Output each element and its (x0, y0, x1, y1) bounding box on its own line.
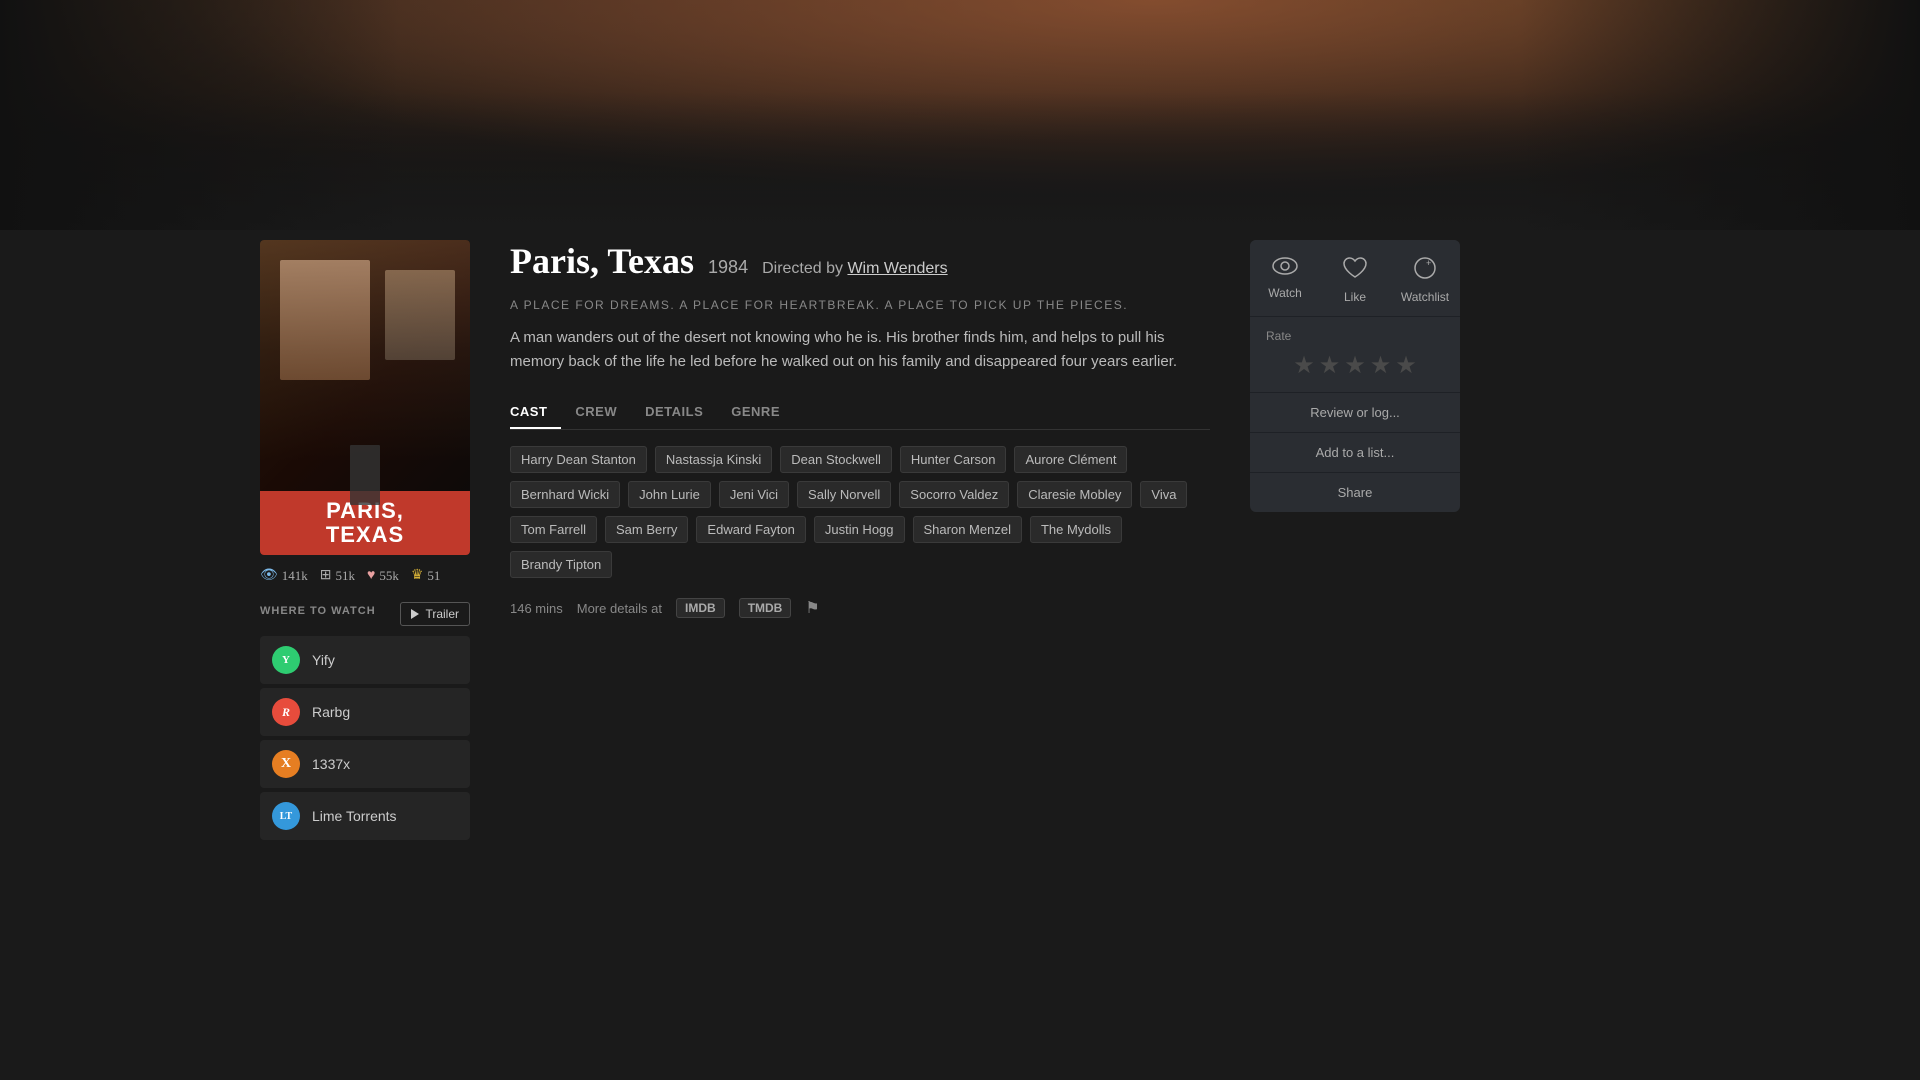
review-button[interactable]: Review or log... (1250, 393, 1460, 433)
list-count: ⊞ 51k (320, 567, 355, 584)
cast-tag[interactable]: Sharon Menzel (913, 516, 1022, 543)
fan-count: ♛ 51 (411, 567, 441, 584)
watchlist-icon: + (1412, 256, 1438, 284)
star-2[interactable]: ★ (1319, 351, 1341, 380)
movie-poster: PARIS, TEXAS (260, 240, 470, 555)
main-content: PARIS, TEXAS 👁 141k ⊞ 51k ♥ 55k ♛ 51 (0, 240, 1920, 1080)
rarbg-logo: R (272, 698, 300, 726)
svg-text:+: + (1426, 258, 1431, 268)
cast-tag[interactable]: Claresie Mobley (1017, 481, 1132, 508)
grid-icon: ⊞ (320, 567, 332, 584)
watch-count: 👁 141k (260, 567, 308, 584)
star-4[interactable]: ★ (1370, 351, 1392, 380)
cast-tag[interactable]: Bernhard Wicki (510, 481, 620, 508)
service-yify[interactable]: Y Yify (260, 636, 470, 684)
yify-name: Yify (312, 652, 335, 668)
cast-tag[interactable]: Aurore Clément (1014, 446, 1127, 473)
star-3[interactable]: ★ (1344, 351, 1366, 380)
cast-tag[interactable]: Sally Norvell (797, 481, 891, 508)
tagline: A PLACE FOR DREAMS. A PLACE FOR HEARTBRE… (510, 298, 1210, 312)
add-to-list-button[interactable]: Add to a list... (1250, 433, 1460, 473)
tmdb-badge[interactable]: TMDB (739, 598, 792, 618)
action-buttons-row: Watch Like + (1250, 240, 1460, 317)
cast-tag[interactable]: Nastassja Kinski (655, 446, 772, 473)
tab-crew[interactable]: CREW (575, 398, 631, 429)
cast-tag[interactable]: Dean Stockwell (780, 446, 892, 473)
heart-icon: ♥ (367, 568, 375, 584)
lime-name: Lime Torrents (312, 808, 397, 824)
tabs-row: CAST CREW DETAILS GENRE (510, 398, 1210, 430)
action-panel: Watch Like + (1250, 240, 1460, 512)
like-label: Like (1344, 290, 1366, 304)
cast-tag[interactable]: The Mydolls (1030, 516, 1122, 543)
where-label: WHERE TO WATCH (260, 605, 376, 617)
cast-tag[interactable]: Sam Berry (605, 516, 688, 543)
runtime: 146 mins (510, 601, 563, 616)
like-count: ♥ 55k (367, 568, 399, 584)
watch-icon (1272, 256, 1298, 280)
1337x-logo: X (272, 750, 300, 778)
cast-tag[interactable]: Socorro Valdez (899, 481, 1009, 508)
cast-tag[interactable]: Viva (1140, 481, 1187, 508)
poster-image: PARIS, TEXAS (260, 240, 470, 555)
title-row: Paris, Texas 1984 Directed by Wim Wender… (510, 240, 1210, 282)
cast-tag[interactable]: Hunter Carson (900, 446, 1007, 473)
service-1337x[interactable]: X 1337x (260, 740, 470, 788)
movie-meta: 146 mins More details at IMDB TMDB ⚑ (510, 598, 1210, 618)
tab-details[interactable]: DETAILS (645, 398, 717, 429)
rate-label: Rate (1266, 329, 1444, 343)
rate-section: Rate ★ ★ ★ ★ ★ (1250, 317, 1460, 393)
cast-tag[interactable]: Tom Farrell (510, 516, 597, 543)
service-lime[interactable]: LT Lime Torrents (260, 792, 470, 840)
stats-bar: 👁 141k ⊞ 51k ♥ 55k ♛ 51 (260, 567, 470, 584)
imdb-badge[interactable]: IMDB (676, 598, 725, 618)
star-1[interactable]: ★ (1293, 351, 1315, 380)
lime-logo: LT (272, 802, 300, 830)
1337x-name: 1337x (312, 756, 350, 772)
play-icon (411, 609, 419, 619)
like-icon (1342, 256, 1368, 284)
trailer-button[interactable]: Trailer (400, 602, 470, 626)
cast-tag[interactable]: Brandy Tipton (510, 551, 612, 578)
flag-icon[interactable]: ⚑ (805, 598, 819, 618)
cast-tag[interactable]: Edward Fayton (696, 516, 805, 543)
stars-row: ★ ★ ★ ★ ★ (1266, 351, 1444, 380)
where-header: WHERE TO WATCH Trailer (260, 604, 470, 626)
service-rarbg[interactable]: R Rarbg (260, 688, 470, 736)
crown-icon: ♛ (411, 567, 424, 584)
synopsis: A man wanders out of the desert not know… (510, 326, 1210, 374)
cast-tag[interactable]: Justin Hogg (814, 516, 905, 543)
watch-label: Watch (1268, 286, 1302, 300)
rarbg-name: Rarbg (312, 704, 350, 720)
tab-cast[interactable]: CAST (510, 398, 561, 429)
watchlist-button[interactable]: + Watchlist (1390, 240, 1460, 316)
side-overlay-right (1520, 0, 1920, 230)
middle-column: Paris, Texas 1984 Directed by Wim Wender… (510, 240, 1210, 1080)
directed-by: Directed by Wim Wenders (762, 260, 948, 278)
cast-tags: Harry Dean Stanton Nastassja Kinski Dean… (510, 446, 1210, 578)
star-5[interactable]: ★ (1395, 351, 1417, 380)
cast-tag[interactable]: Jeni Vici (719, 481, 789, 508)
where-to-watch-section: WHERE TO WATCH Trailer Y Yify R Rarbg X … (260, 604, 470, 840)
watch-button[interactable]: Watch (1250, 240, 1320, 316)
cast-tag[interactable]: John Lurie (628, 481, 711, 508)
watchlist-label: Watchlist (1401, 290, 1449, 304)
director-link[interactable]: Wim Wenders (847, 260, 947, 277)
tab-genre[interactable]: GENRE (731, 398, 794, 429)
share-button[interactable]: Share (1250, 473, 1460, 512)
left-column: PARIS, TEXAS 👁 141k ⊞ 51k ♥ 55k ♛ 51 (260, 240, 470, 1080)
cast-tag[interactable]: Harry Dean Stanton (510, 446, 647, 473)
yify-logo: Y (272, 646, 300, 674)
movie-title: Paris, Texas (510, 240, 694, 282)
more-details-label: More details at (577, 601, 662, 616)
like-button[interactable]: Like (1320, 240, 1390, 316)
eye-icon: 👁 (260, 567, 278, 584)
side-overlay-left (0, 0, 400, 230)
right-column: Watch Like + (1250, 240, 1460, 1080)
movie-year: 1984 (708, 257, 748, 278)
